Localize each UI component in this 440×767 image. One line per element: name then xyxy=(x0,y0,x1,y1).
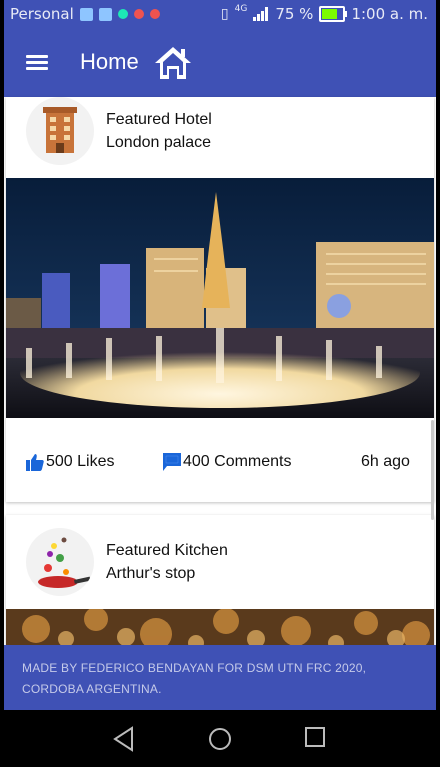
system-nav-bar xyxy=(0,710,440,767)
comments-button[interactable]: 400 Comments xyxy=(163,453,292,471)
signal-icon xyxy=(253,7,269,21)
footer-line-1: MADE BY FEDERICO BENDAYAN FOR DSM UTN FR… xyxy=(22,661,367,675)
app-screen: Personal ▯ 4G 75 % 1:00 a. m. Home Featu… xyxy=(4,0,436,767)
comments-label: 400 Comments xyxy=(183,453,292,470)
app-bar: Home xyxy=(4,29,436,97)
likes-label: 500 Likes xyxy=(46,453,115,470)
status-left: Personal xyxy=(10,5,160,23)
hotel-photo[interactable] xyxy=(6,178,434,418)
card-category: Featured Hotel xyxy=(106,111,212,128)
time-ago-label: 6h ago xyxy=(361,453,410,470)
likes-button[interactable]: 500 Likes xyxy=(26,453,115,471)
battery-fill xyxy=(322,9,338,19)
page-title: Home xyxy=(80,49,139,74)
battery-percent: 75 % xyxy=(275,5,314,23)
menu-icon[interactable] xyxy=(26,55,48,71)
vibrate-icon: ▯ xyxy=(220,6,229,22)
home-icon[interactable] xyxy=(153,45,193,81)
card-name: London palace xyxy=(106,134,211,151)
comment-icon xyxy=(163,453,181,471)
home-circle-icon[interactable] xyxy=(207,726,233,752)
cooking-pan-icon xyxy=(38,537,91,588)
carrier-label: Personal xyxy=(10,5,74,23)
status-right: ▯ 4G 75 % 1:00 a. m. xyxy=(220,4,428,23)
footer-line-2: CORDOBA ARGENTINA. xyxy=(22,682,162,696)
kitchen-avatar xyxy=(26,528,94,596)
message-icon xyxy=(98,7,112,21)
card-name: Arthur's stop xyxy=(106,565,196,582)
network-label: 4G xyxy=(234,4,248,14)
voicemail-icon xyxy=(79,7,93,21)
back-icon[interactable] xyxy=(112,726,136,752)
blocked-icon-2 xyxy=(149,9,160,19)
clock: 1:00 a. m. xyxy=(351,5,428,23)
hotel-avatar xyxy=(26,97,94,165)
app-notification-icon xyxy=(117,9,128,19)
battery-icon xyxy=(319,6,348,22)
recents-icon[interactable] xyxy=(304,726,326,748)
footer: MADE BY FEDERICO BENDAYAN FOR DSM UTN FR… xyxy=(4,645,436,710)
status-bar: Personal ▯ 4G 75 % 1:00 a. m. xyxy=(4,0,436,29)
post-card-hotel[interactable]: Featured Hotel London palace 500 Likes 4… xyxy=(6,97,434,502)
blocked-icon xyxy=(133,9,144,19)
thumbs-up-icon xyxy=(26,454,44,471)
card-category: Featured Kitchen xyxy=(106,542,228,559)
card-actions: 500 Likes 400 Comments 6h ago xyxy=(6,447,434,479)
scrollbar[interactable] xyxy=(431,420,434,520)
time-ago: 6h ago xyxy=(361,453,410,471)
hotel-icon xyxy=(43,107,77,153)
